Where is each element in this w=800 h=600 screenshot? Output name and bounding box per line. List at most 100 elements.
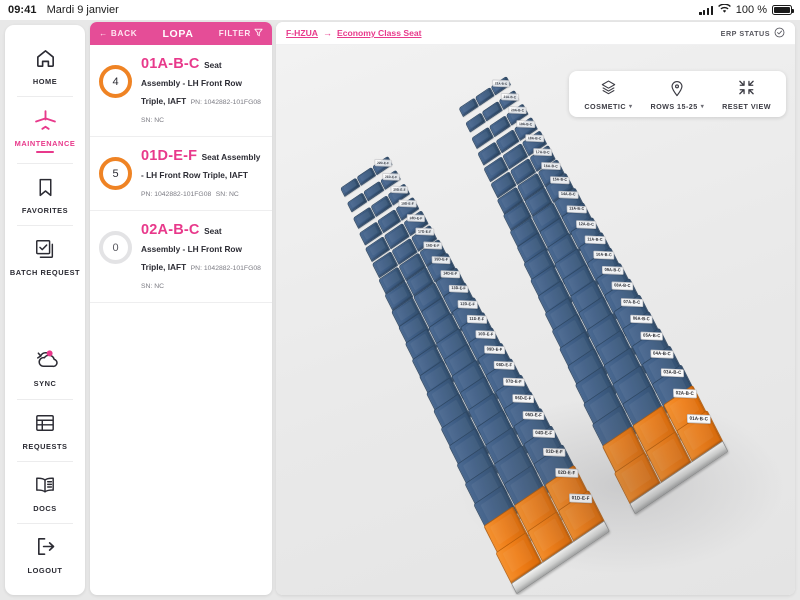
seat-label-tag: 19A-B-C [516, 120, 535, 129]
seat-label-tag: 06A-B-C [629, 314, 653, 324]
seat-label-tag: 07A-B-C [620, 298, 643, 308]
list-item[interactable]: 4 01A-B-C Seat Assembly - LH Front Row T… [90, 45, 272, 137]
status-date: Mardi 9 janvier [46, 4, 119, 16]
seat-label-tag: 11A-B-C [584, 235, 605, 245]
seat-label-tag: 14A-B-C [557, 190, 578, 200]
wifi-icon [717, 2, 731, 17]
list-item-text: 01A-B-C Seat Assembly - LH Front Row Tri… [141, 55, 262, 127]
lopa-item-list[interactable]: 4 01A-B-C Seat Assembly - LH Front Row T… [90, 45, 272, 595]
lopa-panel-header: ← BACK LOPA FILTER [90, 22, 272, 45]
back-button[interactable]: ← BACK [99, 29, 137, 38]
back-label: BACK [110, 29, 138, 38]
seat[interactable] [458, 97, 479, 117]
application-root: 09:41 Mardi 9 janvier 100 % HOME MAINTEN… [0, 0, 800, 600]
seat-label-tag: 05A-B-C [639, 331, 663, 342]
serial-number: SN: NC [215, 191, 239, 198]
cosmetic-layer-label: COSMETIC ▾ [584, 102, 632, 111]
seat-label-tag: 13D-E-F [448, 285, 469, 294]
seat-label-tag: 21A-B-C [500, 92, 519, 102]
sidebar-item-favorites[interactable]: FAVORITES [5, 163, 85, 225]
sidebar-item-home[interactable]: HOME [5, 34, 85, 96]
seat-label-tag: 02A-B-C [672, 388, 696, 399]
chevron-down-icon: ▾ [628, 104, 633, 110]
sidebar-active-underline [36, 151, 54, 154]
sidebar-label-sync: SYNC [33, 379, 57, 389]
seat-label-tag: 13A-B-C [566, 205, 587, 214]
rows-filter-button[interactable]: ROWS 15-25 ▾ [641, 78, 713, 111]
cellular-bars-icon [699, 5, 713, 15]
breadcrumb-root[interactable]: F-HZUA [286, 28, 318, 38]
cabin-3d-viewport[interactable]: COSMETIC ▾ ROWS 15-25 ▾ RESET VIEW 22D-E… [276, 45, 795, 595]
seat-label-tag: 20A-B-C [508, 106, 527, 115]
breadcrumb-current[interactable]: Economy Class Seat [337, 28, 422, 38]
reset-view-button[interactable]: RESET VIEW [713, 78, 780, 111]
list-item-text: 02A-B-C Seat Assembly - LH Front Row Tri… [141, 221, 262, 293]
sidebar-label-maintenance: MAINTENANCE [14, 139, 76, 149]
seat-label-tag: 04A-B-C [650, 349, 674, 359]
seat-code: 02A-B-C [141, 222, 200, 238]
sidebar-item-docs[interactable]: DOCS [5, 460, 85, 523]
status-badge: 4 [99, 65, 132, 98]
seat-label-tag: 11D-E-F [466, 314, 487, 324]
viewer-toolbar: COSMETIC ▾ ROWS 15-25 ▾ RESET VIEW [569, 71, 786, 117]
sidebar-label-logout: LOGOUT [27, 565, 63, 575]
sidebar-label-batch-request: BATCH REQUEST [9, 268, 81, 278]
airplane-icon [33, 107, 58, 133]
sidebar-item-logout[interactable]: LOGOUT [5, 522, 85, 585]
erp-status-badge[interactable]: ERP STATUS [721, 27, 785, 40]
cosmetic-layer-button[interactable]: COSMETIC ▾ [575, 78, 641, 111]
main-viewer-panel: F-HZUA → Economy Class Seat ERP STATUS C… [276, 22, 795, 595]
lopa-list-panel: ← BACK LOPA FILTER 4 01A-B-C Seat Assemb… [90, 22, 272, 595]
collapse-arrows-icon [738, 78, 755, 97]
seat-label-tag: 10A-B-C [592, 250, 615, 260]
seat-label-tag: 09A-B-C [601, 266, 624, 276]
seat-code: 01D-E-F [141, 148, 198, 164]
status-indicators: 100 % [699, 2, 794, 17]
status-time: 09:41 [8, 4, 37, 16]
sidebar-item-batch-request[interactable]: BATCH REQUEST [5, 225, 85, 287]
seat[interactable] [355, 166, 376, 187]
list-item[interactable]: 0 02A-B-C Seat Assembly - LH Front Row T… [90, 211, 272, 303]
home-icon [34, 45, 57, 71]
layers-icon [600, 78, 617, 97]
battery-full-icon [772, 5, 794, 15]
reset-view-label: RESET VIEW [722, 102, 771, 111]
sidebar-item-requests[interactable]: REQUESTS [5, 398, 85, 461]
seat[interactable] [474, 86, 495, 107]
seat-label-tag: 18A-B-C [524, 134, 544, 143]
bookmark-icon [35, 174, 56, 200]
seat-label-tag: 07D-E-F [502, 377, 524, 387]
seat-label-tag: 14D-E-F [439, 270, 460, 279]
seat-label-tag: 12D-E-F [457, 299, 478, 309]
sync-cloud-icon [33, 347, 58, 373]
status-badge: 0 [99, 231, 132, 264]
panel-title: LOPA [162, 27, 194, 40]
filter-label: FILTER [218, 29, 251, 38]
sidebar-top-group: HOME MAINTENANCE FAVORITES BATCH REQUEST [5, 25, 85, 288]
seat-label-tag: 15D-E-F [431, 256, 451, 265]
seat-label-tag: 22D-E-F [373, 158, 392, 168]
list-item[interactable]: 5 01D-E-F Seat Assembly - LH Front Row T… [90, 137, 272, 211]
seat-code: 01A-B-C [141, 56, 200, 72]
battery-percent: 100 % [735, 4, 767, 16]
part-number: PN: 1042882-101FG08 [141, 191, 212, 198]
cabin-scene[interactable]: 22D-E-F 21D-E-F 20D-E-F 19D-E-F 18D-E-F 17D-E… [276, 45, 795, 595]
serial-number: SN: NC [141, 117, 165, 124]
sidebar-item-sync[interactable]: SYNC [5, 336, 85, 398]
seat-label-tag: 10D-E-F [474, 330, 496, 340]
seat[interactable] [339, 177, 360, 197]
sidebar-item-maintenance[interactable]: MAINTENANCE [5, 96, 85, 163]
arrow-left-icon: ← [99, 29, 108, 38]
funnel-icon [254, 28, 263, 39]
seat-label-tag: 16D-E-F [422, 241, 442, 251]
logout-arrow-icon [34, 534, 57, 560]
sidebar-bottom-group: SYNC REQUESTS DOCS LOGOUT [5, 336, 85, 595]
chevron-down-icon: ▾ [700, 104, 705, 110]
seat-label-tag: 15A-B-C [549, 176, 570, 185]
rows-filter-label: ROWS 15-25 ▾ [650, 102, 704, 111]
serial-number: SN: NC [141, 283, 165, 290]
part-number: PN: 1042882-101FG08 [190, 99, 261, 106]
sidebar-label-home: HOME [32, 77, 58, 86]
filter-button[interactable]: FILTER [219, 28, 263, 39]
floor-shadow [456, 395, 786, 575]
